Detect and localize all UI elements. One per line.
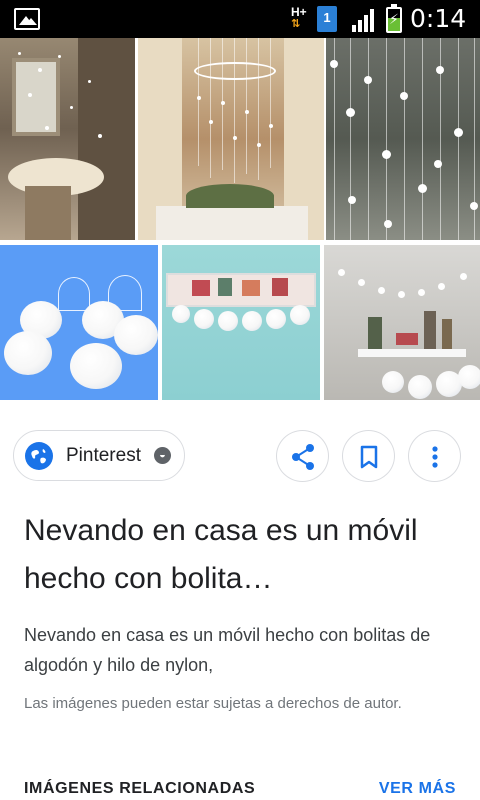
cotton-balls-photo[interactable] bbox=[0, 245, 158, 400]
snowball-strands-photo[interactable] bbox=[326, 38, 480, 240]
snowball-garland-photo[interactable] bbox=[162, 245, 320, 400]
image-grid bbox=[0, 38, 480, 400]
result-title[interactable]: Nevando en casa es un móvil hecho con bo… bbox=[24, 507, 444, 603]
snowy-dining-room-photo[interactable] bbox=[0, 38, 135, 240]
battery-charging-icon: ⚡ bbox=[386, 4, 402, 33]
more-vertical-icon bbox=[432, 446, 438, 468]
result-description: Nevando en casa es un móvil hecho con bo… bbox=[24, 625, 431, 675]
related-images-heading: IMÁGENES RELACIONADAS bbox=[24, 780, 256, 797]
copyright-notice: Las imágenes pueden estar sujetas a dere… bbox=[24, 695, 402, 712]
image-notification-icon bbox=[14, 8, 40, 30]
network-type: H+ bbox=[291, 5, 307, 19]
bookmark-icon bbox=[360, 445, 378, 469]
clock: 0:14 bbox=[410, 4, 467, 33]
globe-icon bbox=[25, 442, 53, 470]
network-arrows-icon: ⇅ bbox=[291, 18, 300, 30]
source-name: Pinterest bbox=[66, 445, 141, 466]
snowball-mobile-photo[interactable] bbox=[138, 38, 324, 240]
save-button[interactable] bbox=[342, 430, 395, 482]
share-icon bbox=[292, 444, 314, 470]
share-button[interactable] bbox=[276, 430, 329, 482]
snowball-shelf-photo[interactable] bbox=[324, 245, 480, 400]
source-chip[interactable]: Pinterest ◒ bbox=[13, 430, 185, 481]
status-bar: H+ ⇅ 1 ⚡ 0:14 bbox=[0, 0, 480, 38]
compass-icon: ◒ bbox=[154, 447, 171, 464]
see-more-link[interactable]: VER MÁS bbox=[379, 780, 456, 798]
network-indicator: H+ ⇅ bbox=[291, 6, 307, 30]
sim-icon: 1 bbox=[317, 6, 337, 32]
signal-icon bbox=[352, 8, 378, 32]
more-options-button[interactable] bbox=[408, 430, 461, 482]
